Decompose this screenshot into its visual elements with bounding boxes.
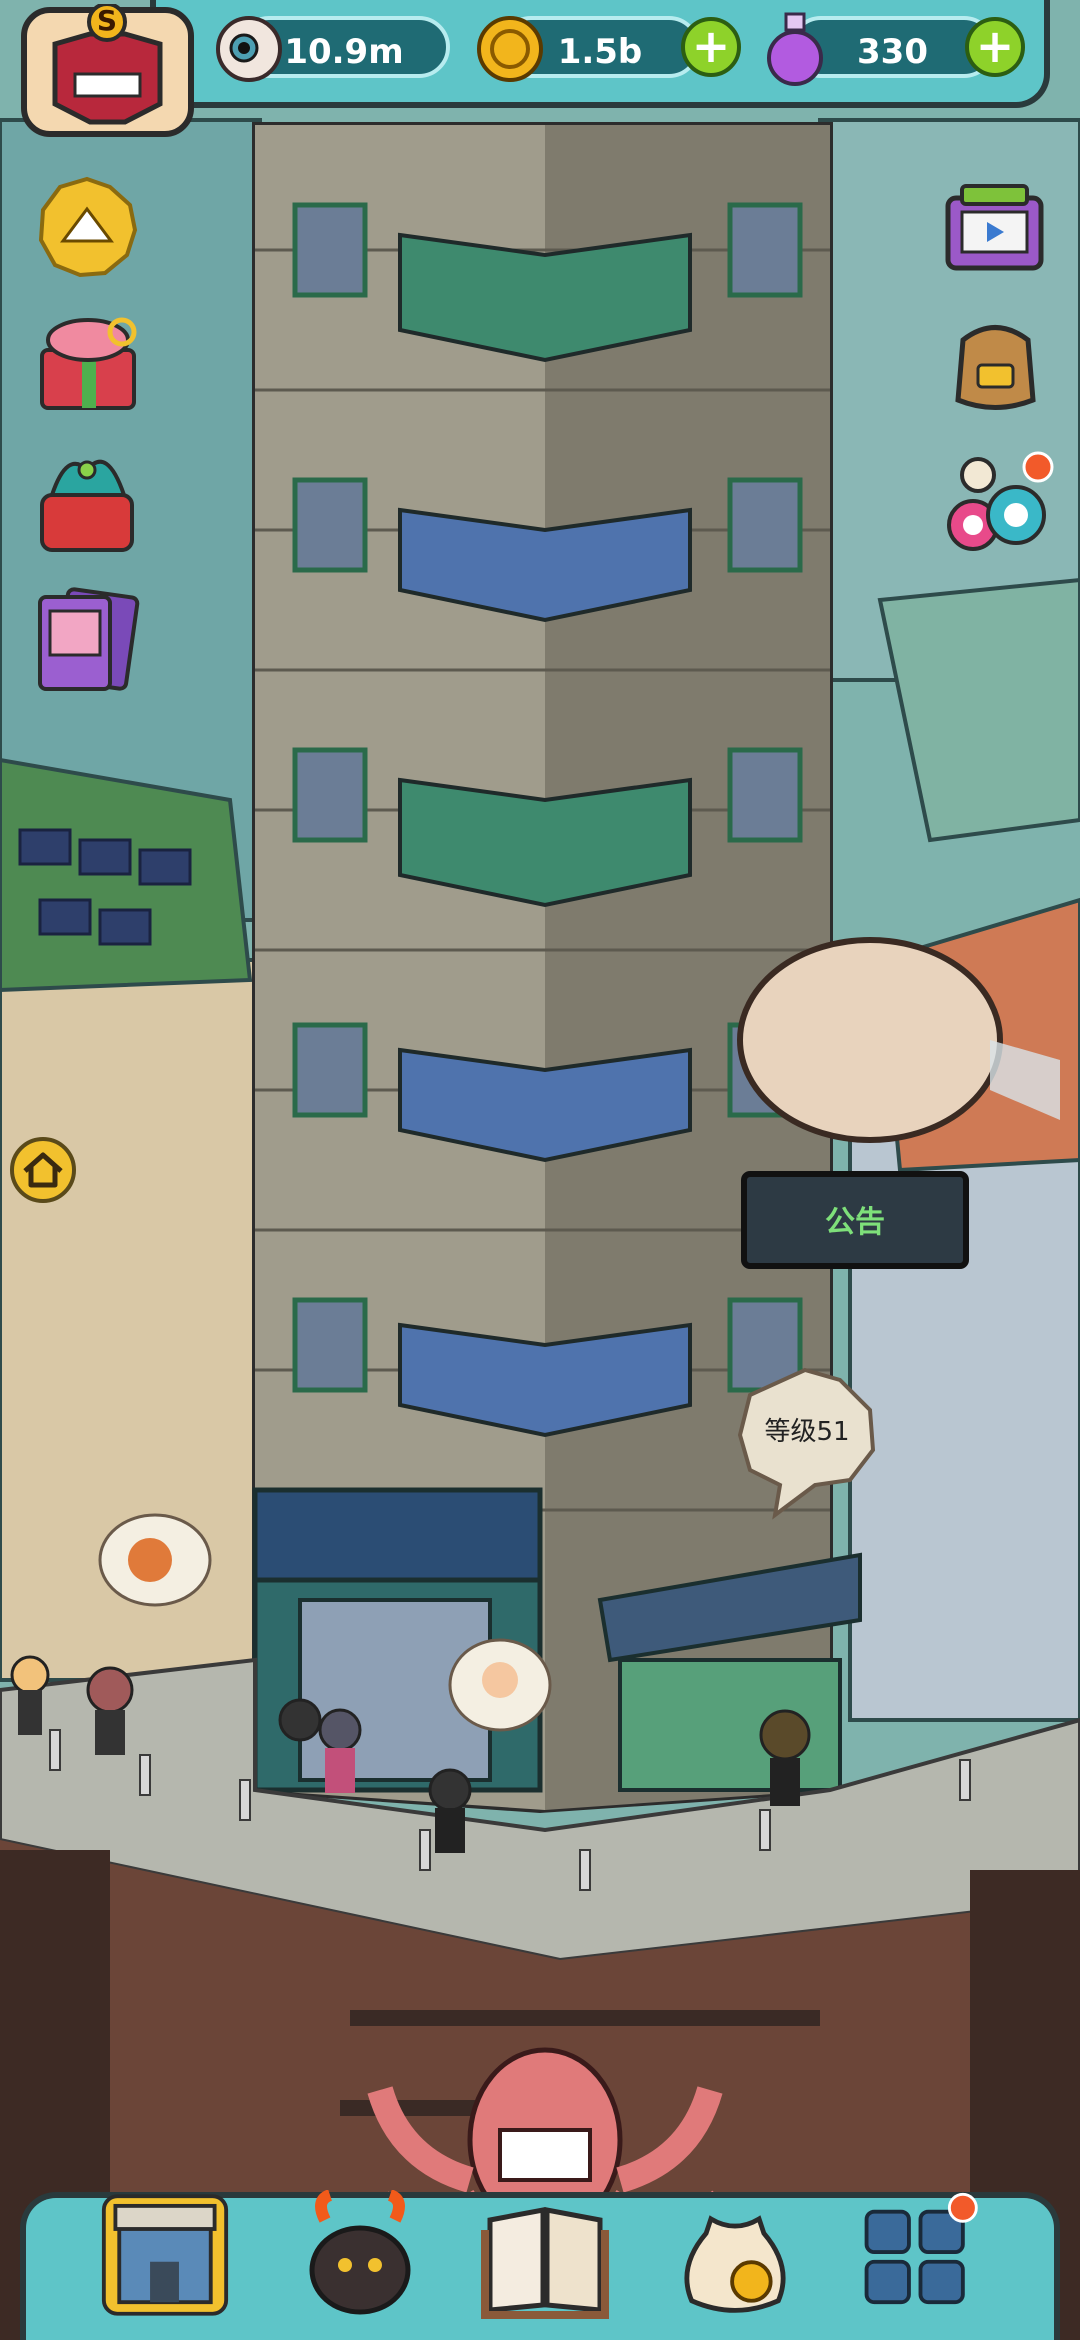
- monster-eyes-icon[interactable]: [938, 445, 1058, 565]
- notice-sign-label: 公告: [825, 1205, 885, 1240]
- add-potions-button[interactable]: +: [965, 17, 1025, 77]
- thought-bubble-food: [98, 1513, 212, 1607]
- level-bubble: 等级51: [737, 1367, 876, 1520]
- book-tab-icon[interactable]: [480, 2190, 610, 2320]
- building-tab-icon[interactable]: [100, 2190, 230, 2320]
- backpack-icon[interactable]: [948, 315, 1043, 415]
- fruit-basket-icon[interactable]: [32, 440, 142, 555]
- level-bubble-text: 等级51: [764, 1417, 849, 1447]
- monster-tab-icon[interactable]: [295, 2190, 425, 2320]
- gift-box-icon[interactable]: [30, 310, 145, 415]
- notice-sign[interactable]: 公告: [740, 1170, 970, 1270]
- top-hud: S 10.9m 1.5b + 330 +: [0, 0, 1080, 137]
- home-icon[interactable]: [8, 1135, 78, 1205]
- cards-icon[interactable]: [32, 585, 142, 695]
- thought-bubble-girl: [448, 1638, 552, 1732]
- eyeball-icon: [216, 16, 282, 82]
- coin-icon: [477, 16, 543, 82]
- rank-badge[interactable]: S: [20, 2, 195, 139]
- tv-icon[interactable]: [942, 180, 1047, 280]
- up-arrow-icon[interactable]: [35, 175, 140, 280]
- money-bag-tab-icon[interactable]: [670, 2190, 800, 2320]
- add-coins-button[interactable]: +: [681, 17, 741, 77]
- potion-icon: [767, 12, 823, 86]
- rank-letter: S: [96, 4, 118, 37]
- grid-tab-icon[interactable]: [855, 2190, 985, 2320]
